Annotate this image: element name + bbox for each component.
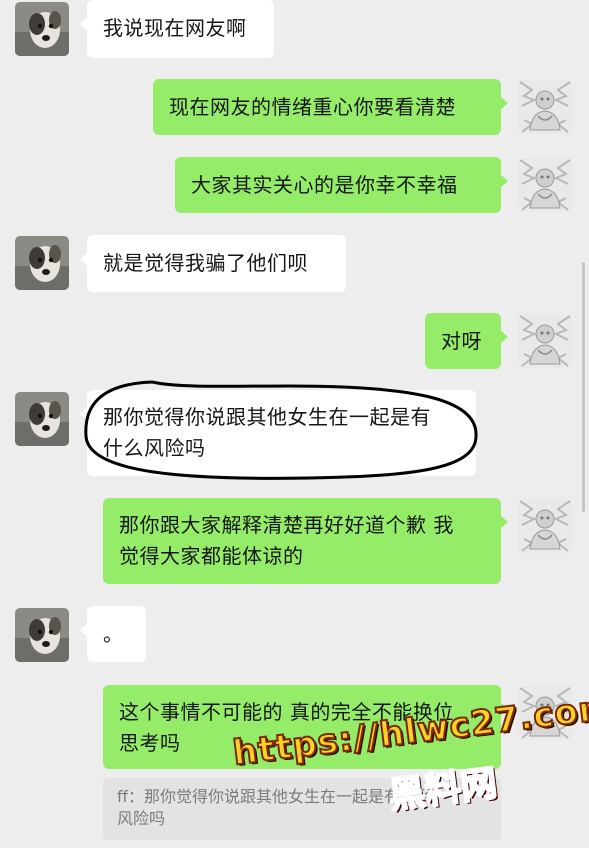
message-text-line: 什么风险吗 (103, 436, 206, 460)
message-bubble[interactable]: 那你觉得你说跟其他女生在一起是有 什么风险吗 (80, 390, 476, 476)
message-bubble[interactable]: 大家其实关心的是你幸不幸福 (175, 157, 508, 213)
message-bubble[interactable]: 。 (80, 606, 146, 662)
dog-avatar-icon[interactable] (15, 392, 69, 446)
message-bubble[interactable]: 现在网友的情绪重心你要看清楚 (153, 79, 508, 135)
message-text-line: 那你跟大家解释清楚再好好道个歉 我 (119, 513, 454, 537)
dog-avatar-icon[interactable] (15, 236, 69, 290)
scrollbar[interactable] (582, 262, 585, 512)
message-text: 现在网友的情绪重心你要看清楚 (169, 95, 456, 119)
statue-avatar-icon[interactable] (518, 80, 572, 134)
message-bubble[interactable]: 那你跟大家解释清楚再好好道个歉 我 觉得大家都能体谅的 (103, 498, 508, 584)
message-text-line: 觉得大家都能体谅的 (119, 544, 304, 568)
message-text: 。 (103, 622, 124, 646)
dog-avatar-icon[interactable] (15, 608, 69, 662)
message-text-line: 那你觉得你说跟其他女生在一起是有 (103, 405, 431, 429)
statue-avatar-icon[interactable] (518, 158, 572, 212)
message-text: 对呀 (441, 329, 482, 353)
dog-avatar-icon[interactable] (15, 2, 69, 56)
quote-text-line: 风险吗 (117, 809, 166, 828)
message-bubble[interactable]: 就是觉得我骗了他们呗 (80, 235, 346, 292)
message-text: 我说现在网友啊 (103, 16, 247, 40)
message-text: 就是觉得我骗了他们呗 (103, 251, 308, 275)
statue-avatar-icon[interactable] (518, 314, 572, 368)
message-text: 大家其实关心的是你幸不幸福 (191, 173, 458, 197)
message-bubble[interactable]: 我说现在网友啊 (80, 0, 274, 58)
statue-avatar-icon[interactable] (518, 499, 572, 553)
message-bubble[interactable]: 对呀 (425, 313, 508, 369)
message-text-line: 思考吗 (119, 731, 181, 755)
